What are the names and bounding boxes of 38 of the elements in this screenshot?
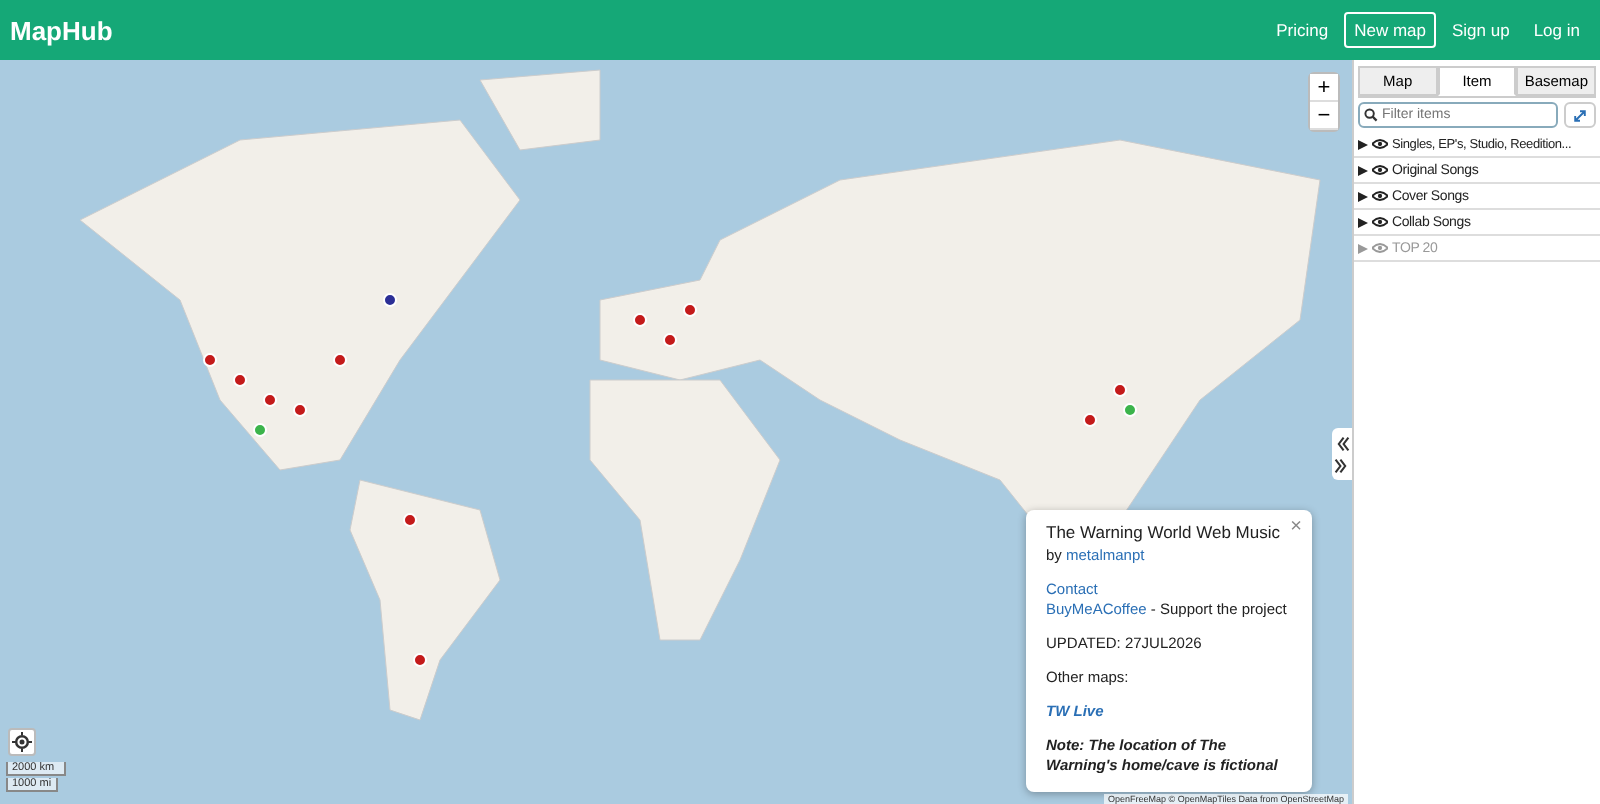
map-marker[interactable] bbox=[333, 353, 347, 367]
map-marker[interactable] bbox=[203, 353, 217, 367]
nav-link[interactable]: Pricing bbox=[1268, 14, 1337, 46]
expand-arrow-icon[interactable] bbox=[1358, 191, 1368, 201]
popup-title: The Warning World Web Music bbox=[1046, 522, 1282, 542]
expand-arrow-icon[interactable] bbox=[1358, 139, 1368, 149]
map-marker[interactable] bbox=[1083, 413, 1097, 427]
map-marker[interactable] bbox=[413, 653, 427, 667]
search-icon bbox=[1364, 108, 1378, 122]
new-map-button[interactable]: New map bbox=[1344, 12, 1436, 48]
crosshair-icon bbox=[12, 732, 32, 752]
expand-icon bbox=[1572, 107, 1588, 123]
app-logo[interactable]: MapHub bbox=[10, 15, 113, 45]
map-marker[interactable] bbox=[633, 313, 647, 327]
eye-icon[interactable] bbox=[1372, 138, 1388, 150]
zoom-in-button[interactable]: + bbox=[1310, 74, 1338, 102]
map-marker[interactable] bbox=[1123, 403, 1137, 417]
map-marker[interactable] bbox=[683, 303, 697, 317]
expand-arrow-icon[interactable] bbox=[1358, 217, 1368, 227]
map-marker[interactable] bbox=[253, 423, 267, 437]
chevron-right-icon[interactable] bbox=[1334, 457, 1350, 473]
map-marker[interactable] bbox=[383, 293, 397, 307]
eye-icon[interactable] bbox=[1372, 164, 1388, 176]
locate-button[interactable] bbox=[8, 728, 36, 756]
nav-link[interactable]: Sign up bbox=[1443, 14, 1518, 46]
map-marker[interactable] bbox=[1113, 383, 1127, 397]
eye-icon[interactable] bbox=[1372, 190, 1388, 202]
map-marker[interactable] bbox=[663, 333, 677, 347]
map-marker[interactable] bbox=[233, 373, 247, 387]
close-button[interactable]: × bbox=[1290, 516, 1302, 538]
chevron-left-icon[interactable] bbox=[1334, 435, 1350, 451]
eye-icon[interactable] bbox=[1372, 216, 1388, 228]
map-marker[interactable] bbox=[403, 513, 417, 527]
map-marker[interactable] bbox=[263, 393, 277, 407]
nav-link[interactable]: Log in bbox=[1525, 14, 1588, 46]
expand-arrow-icon[interactable] bbox=[1358, 165, 1368, 175]
expand-button[interactable] bbox=[1564, 102, 1596, 128]
map-marker[interactable] bbox=[293, 403, 307, 417]
